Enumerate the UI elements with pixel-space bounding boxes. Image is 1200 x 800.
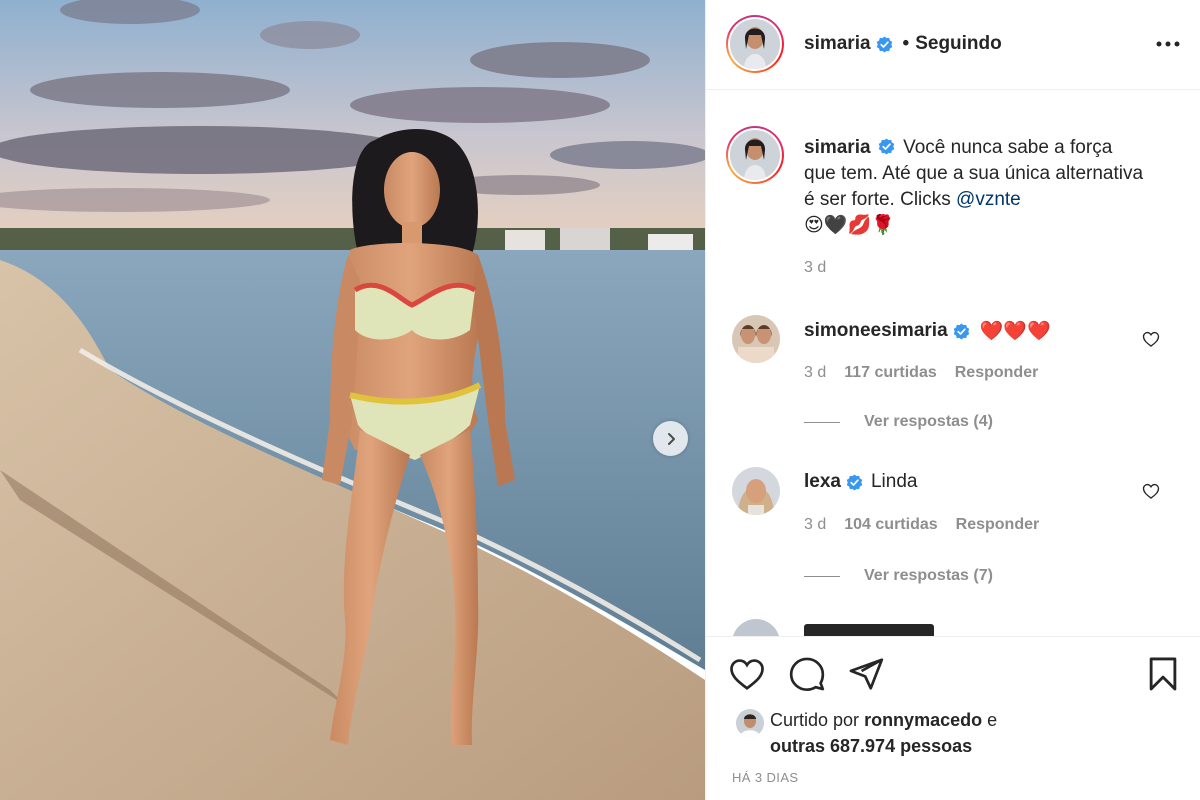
caption-emojis: 😍🖤💋🌹 — [804, 215, 895, 236]
view-replies-label: Ver respostas (7) — [864, 567, 993, 584]
replies-divider — [804, 421, 840, 423]
comment-avatar[interactable] — [732, 315, 780, 363]
view-replies-button[interactable]: Ver respostas (7) — [804, 567, 993, 585]
comment-text: ❤️❤️❤️ — [979, 321, 1051, 342]
paper-plane-icon[interactable] — [847, 655, 885, 693]
comment-heart-icon[interactable] — [1141, 481, 1161, 501]
comment-likes-count[interactable]: 104 curtidas — [844, 516, 937, 534]
more-horizontal-icon — [1156, 41, 1180, 47]
chevron-right-icon — [667, 432, 675, 445]
caption-username[interactable]: simaria — [804, 137, 871, 158]
comments-list[interactable]: simaria Você nunca sabe a força que tem.… — [706, 91, 1200, 636]
author-username[interactable]: simaria — [804, 33, 871, 55]
comment-username[interactable]: lexa — [804, 471, 841, 493]
comment-timestamp: 3 d — [804, 364, 827, 381]
verified-badge-icon — [878, 138, 895, 155]
liked-by-joiner: e — [987, 710, 998, 730]
liked-by-others[interactable]: outras 687.974 pessoas — [770, 736, 972, 756]
post-date[interactable]: HÁ 3 DIAS — [732, 770, 798, 785]
reply-button[interactable]: Responder — [955, 364, 1039, 382]
view-replies-button[interactable]: Ver respostas (4) — [804, 413, 993, 431]
comment-avatar[interactable] — [732, 467, 780, 515]
comment-username[interactable]: simoneesimaria — [804, 320, 948, 342]
beach-photo — [0, 0, 705, 800]
comment-text: Linda — [870, 471, 918, 492]
comment-heart-icon[interactable] — [1141, 329, 1161, 349]
author-avatar[interactable] — [726, 15, 784, 73]
more-options-button[interactable] — [1153, 32, 1183, 56]
liker-avatar[interactable] — [736, 709, 764, 737]
replies-divider — [804, 575, 840, 577]
avatar-image — [730, 130, 780, 180]
avatar-image — [732, 467, 780, 515]
caption-mention-link[interactable]: @vznte — [956, 189, 1021, 210]
liked-by-user[interactable]: ronnymacedo — [864, 710, 982, 730]
reply-button[interactable]: Responder — [956, 516, 1040, 534]
likes-summary[interactable]: Curtido por ronnymacedo e outras 687.974… — [770, 707, 1170, 759]
bookmark-icon[interactable] — [1144, 655, 1182, 693]
avatar-image — [732, 315, 780, 363]
verified-badge-icon — [846, 473, 863, 491]
verified-badge-icon — [876, 35, 892, 53]
avatar-image — [730, 19, 780, 69]
header-separator: • — [902, 33, 910, 54]
liked-by-prefix: Curtido por — [770, 710, 860, 730]
post-panel: simaria • Seguindo simaria Você nunca sa… — [705, 0, 1200, 800]
verified-badge-icon — [953, 322, 969, 340]
comment-icon[interactable] — [788, 655, 826, 693]
comment-likes-count[interactable]: 117 curtidas — [844, 364, 937, 382]
post-photo[interactable] — [0, 0, 705, 800]
caption-avatar[interactable] — [726, 126, 784, 184]
comment-avatar[interactable] — [732, 619, 780, 636]
comment-username-cutoff — [804, 624, 934, 636]
following-button[interactable]: Seguindo — [915, 33, 1002, 55]
caption-timestamp: 3 d — [804, 259, 827, 276]
comment-timestamp: 3 d — [804, 516, 827, 533]
view-replies-label: Ver respostas (4) — [864, 413, 993, 430]
heart-icon[interactable] — [728, 655, 766, 693]
avatar-image — [736, 709, 764, 737]
post-header: simaria • Seguindo — [706, 0, 1200, 90]
next-photo-button[interactable] — [653, 421, 688, 456]
post-footer: Curtido por ronnymacedo e outras 687.974… — [706, 636, 1200, 800]
caption-text: simaria Você nunca sabe a força que tem.… — [804, 135, 1144, 239]
